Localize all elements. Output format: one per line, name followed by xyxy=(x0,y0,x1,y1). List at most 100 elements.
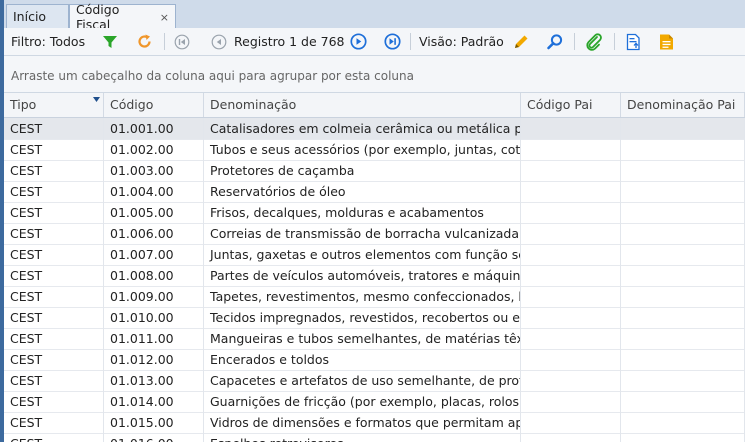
cell-denominacao-pai xyxy=(621,349,745,370)
record-position: Registro 1 de 768 xyxy=(234,28,345,55)
cell-tipo: CEST xyxy=(4,181,104,202)
column-header-denominacao[interactable]: Denominação xyxy=(204,93,521,117)
tab-inicio[interactable]: Início xyxy=(6,4,69,28)
table-row[interactable]: CEST 01.015.00 Vidros de dimensões e forma… xyxy=(4,412,745,434)
attach-button[interactable] xyxy=(585,28,603,55)
cell-denominacao-pai xyxy=(621,370,745,391)
cell-denominacao: Espelhos retrovisores xyxy=(204,433,521,442)
table-row[interactable]: CEST 01.011.00 Mangueiras e tubos semelhan… xyxy=(4,328,745,350)
column-header-label: Denominação xyxy=(210,97,297,112)
table-row[interactable]: CEST 01.012.00 Encerados e toldos xyxy=(4,349,745,371)
refresh-button[interactable] xyxy=(136,28,153,55)
cell-tipo: CEST xyxy=(4,412,104,433)
view-selector[interactable]: Visão: Padrão xyxy=(419,28,504,55)
filter-status[interactable]: Filtro: Todos xyxy=(11,28,85,55)
table-row[interactable]: CEST 01.005.00 Frisos, decalques, molduras… xyxy=(4,202,745,224)
cell-denominacao-pai xyxy=(621,307,745,328)
table-row[interactable]: CEST 01.003.00 Protetores de caçamba xyxy=(4,160,745,182)
previous-record-icon xyxy=(211,34,227,49)
close-icon[interactable]: × xyxy=(160,11,169,24)
cell-tipo: CEST xyxy=(4,139,104,160)
cell-codigo: 01.009.00 xyxy=(104,286,204,307)
cell-denominacao: Frisos, decalques, molduras e acabamento… xyxy=(204,202,521,223)
report-icon xyxy=(660,34,673,49)
cell-codigo: 01.006.00 xyxy=(104,223,204,244)
cell-codigo-pai xyxy=(521,244,621,265)
search-button[interactable] xyxy=(546,28,564,55)
table-row[interactable]: CEST 01.002.00 Tubos e seus acessórios (po… xyxy=(4,139,745,161)
cell-codigo-pai xyxy=(521,118,621,139)
cell-codigo: 01.010.00 xyxy=(104,307,204,328)
next-record-icon xyxy=(350,33,367,50)
cell-denominacao: Juntas, gaxetas e outros elementos com f… xyxy=(204,244,521,265)
column-header-denominacao-pai[interactable]: Denominação Pai xyxy=(621,93,745,117)
toolbar-separator xyxy=(614,33,615,50)
table-row[interactable]: CEST 01.004.00 Reservatórios de óleo xyxy=(4,181,745,203)
group-by-panel[interactable]: Arraste um cabeçalho da coluna aqui para… xyxy=(4,56,745,93)
table-row[interactable]: CEST 01.009.00 Tapetes, revestimentos, mes… xyxy=(4,286,745,308)
table-row[interactable]: CEST 01.013.00 Capacetes e artefatos de us… xyxy=(4,370,745,392)
first-record-button[interactable] xyxy=(174,28,190,55)
cell-codigo-pai xyxy=(521,160,621,181)
cell-denominacao: Tubos e seus acessórios (por exemplo, ju… xyxy=(204,139,521,160)
table-row[interactable]: CEST 01.014.00 Guarnições de fricção (por … xyxy=(4,391,745,413)
table-row[interactable]: CEST01.016.00Espelhos retrovisores xyxy=(4,433,745,442)
table-row[interactable]: CEST 01.007.00 Juntas, gaxetas e outros el… xyxy=(4,244,745,266)
cell-codigo-pai xyxy=(521,328,621,349)
column-header-codigo[interactable]: Código xyxy=(104,93,204,117)
next-record-button[interactable] xyxy=(350,28,367,55)
edit-button[interactable] xyxy=(512,28,530,55)
cell-codigo-pai xyxy=(521,349,621,370)
cell-tipo: CEST xyxy=(4,265,104,286)
last-record-button[interactable] xyxy=(384,28,401,55)
filter-icon xyxy=(103,35,117,48)
cell-codigo: 01.004.00 xyxy=(104,181,204,202)
cell-tipo: CEST xyxy=(4,118,104,139)
cell-denominacao: Protetores de caçamba xyxy=(204,160,521,181)
cell-codigo-pai xyxy=(521,370,621,391)
view-label: Visão: Padrão xyxy=(419,34,504,49)
record-label: Registro 1 de 768 xyxy=(234,34,345,49)
column-header-tipo[interactable]: Tipo xyxy=(4,93,104,117)
toolbar-separator xyxy=(574,33,575,50)
previous-record-button[interactable] xyxy=(211,28,227,55)
tab-codigo-fiscal[interactable]: Código Fiscal × xyxy=(69,2,176,32)
search-icon xyxy=(547,33,563,49)
table-row[interactable]: CEST 01.006.00 Correias de transmissão de … xyxy=(4,223,745,245)
cell-codigo-pai xyxy=(521,202,621,223)
cell-denominacao-pai xyxy=(621,139,745,160)
report-button[interactable] xyxy=(658,28,675,55)
cell-tipo: CEST xyxy=(4,202,104,223)
cell-tipo: CEST xyxy=(4,328,104,349)
toolbar-separator xyxy=(164,33,165,50)
cell-codigo: 01.001.00 xyxy=(104,118,204,139)
cell-codigo-pai xyxy=(521,412,621,433)
cell-codigo: 01.008.00 xyxy=(104,265,204,286)
cell-codigo: 01.015.00 xyxy=(104,412,204,433)
toolbar: Filtro: Todos Registro 1 de 768 Visão: P… xyxy=(4,28,745,56)
cell-tipo: CEST xyxy=(4,160,104,181)
filter-label: Filtro: Todos xyxy=(11,34,86,49)
table-row[interactable]: CEST 01.008.00 Partes de veículos automóve… xyxy=(4,265,745,287)
cell-denominacao: Tecidos impregnados, revestidos, recober… xyxy=(204,307,521,328)
table-row[interactable]: CEST 01.001.00 Catalisadores em colmeia ce… xyxy=(4,118,745,140)
export-document-icon xyxy=(626,33,640,50)
table-row[interactable]: CEST 01.010.00 Tecidos impregnados, revest… xyxy=(4,307,745,329)
column-header-label: Tipo xyxy=(10,97,37,112)
cell-denominacao: Capacetes e artefatos de uso semelhante,… xyxy=(204,370,521,391)
refresh-icon xyxy=(138,34,151,48)
cell-denominacao: Encerados e toldos xyxy=(204,349,521,370)
group-hint: Arraste um cabeçalho da coluna aqui para… xyxy=(11,69,414,83)
pencil-icon xyxy=(515,35,528,48)
export-button[interactable] xyxy=(625,28,642,55)
cell-codigo: 01.005.00 xyxy=(104,202,204,223)
sort-indicator-icon xyxy=(93,97,100,102)
cell-denominacao: Partes de veículos automóveis, tratores … xyxy=(204,265,521,286)
cell-denominacao: Mangueiras e tubos semelhantes, de matér… xyxy=(204,328,521,349)
paperclip-icon xyxy=(586,32,602,51)
tab-label: Início xyxy=(13,9,47,24)
cell-codigo: 01.014.00 xyxy=(104,391,204,412)
filter-button[interactable] xyxy=(102,28,118,55)
cell-tipo: CEST xyxy=(4,244,104,265)
column-header-codigo-pai[interactable]: Código Pai xyxy=(521,93,621,117)
